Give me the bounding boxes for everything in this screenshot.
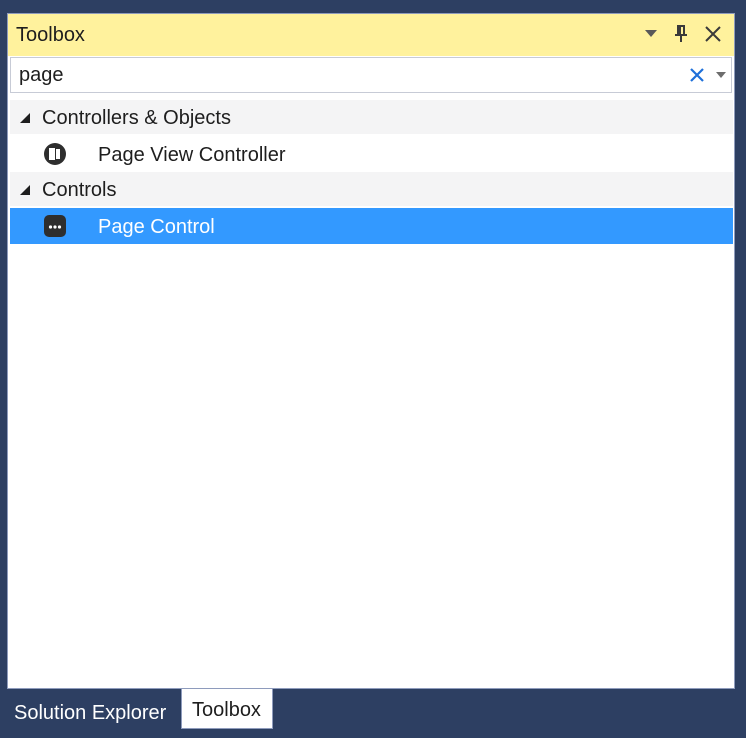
search-options-dropdown[interactable] xyxy=(715,69,727,81)
tool-item-page-control[interactable]: Page Control xyxy=(10,208,733,244)
toolbox-panel: Toolbox page Controllers & Objects Page … xyxy=(7,13,735,689)
close-icon xyxy=(705,26,721,42)
group-label: Controls xyxy=(42,179,117,201)
expanded-arrow-icon xyxy=(20,185,30,195)
tab-toolbox[interactable]: Toolbox xyxy=(181,689,273,729)
chevron-down-icon xyxy=(716,72,726,78)
chevron-down-icon xyxy=(645,30,657,37)
search-box xyxy=(10,57,732,93)
tool-label: Page Control xyxy=(98,216,215,238)
toolbox-titlebar: Toolbox xyxy=(8,14,734,56)
group-label: Controllers & Objects xyxy=(42,107,231,129)
tool-label: Page View Controller xyxy=(98,144,286,166)
tool-item-page-view-controller[interactable]: Page View Controller xyxy=(10,136,733,172)
clear-icon xyxy=(690,68,704,82)
expanded-arrow-icon xyxy=(20,113,30,123)
pin-button[interactable] xyxy=(669,22,693,46)
clear-search-button[interactable] xyxy=(687,65,707,85)
close-button[interactable] xyxy=(701,22,725,46)
pin-icon xyxy=(675,25,687,42)
window-title: Toolbox xyxy=(16,24,85,46)
toolbox-tree: Controllers & Objects Page View Controll… xyxy=(10,100,733,244)
search-input[interactable] xyxy=(19,62,659,88)
group-header-controllers-objects[interactable]: Controllers & Objects xyxy=(10,100,733,134)
tab-solution-explorer[interactable]: Solution Explorer xyxy=(7,689,181,729)
window-menu-button[interactable] xyxy=(639,22,663,46)
page-control-icon xyxy=(44,215,66,237)
page-view-controller-icon xyxy=(44,143,66,165)
bottom-tab-strip: Solution Explorer Toolbox xyxy=(7,689,735,729)
group-header-controls[interactable]: Controls xyxy=(10,172,733,206)
